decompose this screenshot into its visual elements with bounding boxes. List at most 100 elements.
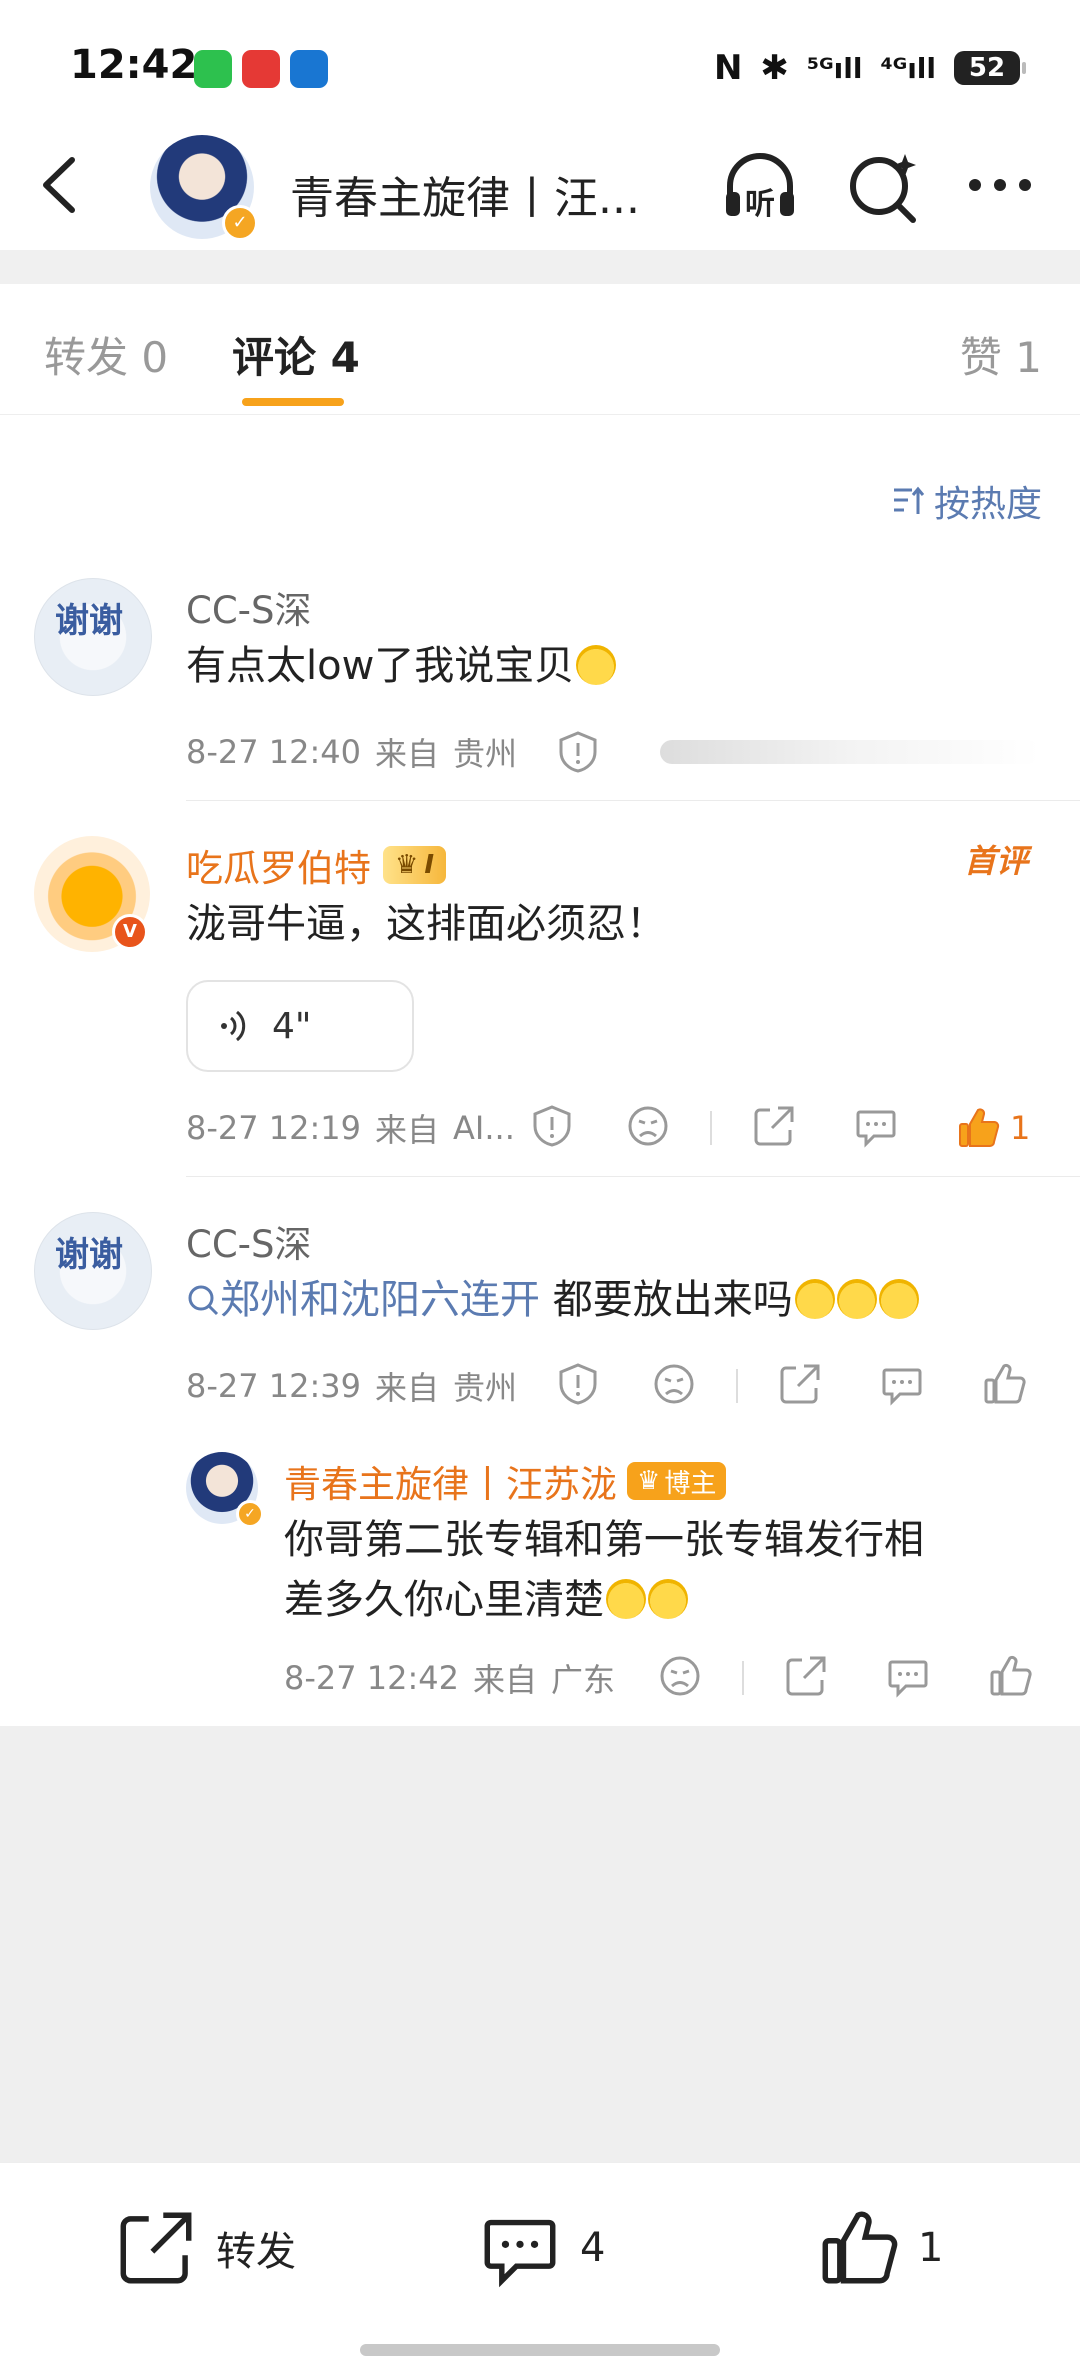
report-button[interactable] bbox=[556, 730, 600, 778]
first-comment-badge: 首评 bbox=[963, 842, 1028, 880]
sort-label: 按热度 bbox=[933, 484, 1042, 525]
listen-label: 听 bbox=[745, 187, 775, 222]
reply-username[interactable]: 青春主旋律丨汪苏泷 ♛ 博主 bbox=[284, 1454, 727, 1508]
verified-badge-icon: ✓ bbox=[236, 1500, 264, 1528]
divider bbox=[186, 800, 1080, 801]
signal-5g-icon: ⁵ᴳıll bbox=[806, 51, 863, 85]
report-icon bbox=[559, 731, 597, 773]
share-icon bbox=[786, 1656, 826, 1696]
comment-meta: 8-27 12:40 来自 贵州 bbox=[186, 733, 518, 773]
sort-icon bbox=[893, 486, 925, 514]
headphones-icon: 听 bbox=[726, 153, 794, 222]
header: ✓ 青春主旋律丨汪... 听 bbox=[0, 120, 1080, 250]
share-icon bbox=[120, 2212, 192, 2284]
avatar[interactable]: 谢谢 bbox=[34, 578, 152, 696]
comment-icon bbox=[856, 1110, 896, 1148]
reply-button[interactable] bbox=[886, 1654, 930, 1702]
repost-button[interactable]: 转发 bbox=[116, 2200, 296, 2296]
back-button[interactable] bbox=[30, 150, 90, 220]
level-badge: ♛ I bbox=[383, 846, 446, 884]
reply-button[interactable] bbox=[880, 1362, 924, 1410]
comment-icon bbox=[484, 2219, 556, 2288]
tab-active-indicator bbox=[242, 398, 344, 406]
search-button[interactable] bbox=[845, 148, 925, 224]
like-count: 1 bbox=[918, 2225, 944, 2271]
comment-username[interactable]: CC-S深 bbox=[186, 580, 312, 634]
page-title[interactable]: 青春主旋律丨汪... bbox=[290, 162, 640, 226]
topic-link[interactable]: 郑州和沈阳六连开 bbox=[186, 1277, 540, 1323]
like-button[interactable]: 1 bbox=[818, 2200, 943, 2296]
like-button[interactable] bbox=[982, 1362, 1026, 1410]
comment-username[interactable]: CC-S深 bbox=[186, 1214, 312, 1268]
reply-text-line: 差多久你心里清楚 bbox=[284, 1570, 688, 1630]
listen-button[interactable]: 听 bbox=[720, 148, 800, 224]
reply-button[interactable] bbox=[854, 1104, 898, 1152]
laughing-crying-emoji-icon bbox=[878, 1279, 919, 1319]
tab-comments[interactable]: 评论 4 bbox=[232, 324, 360, 385]
comment-button[interactable]: 4 bbox=[480, 2200, 605, 2296]
avatar[interactable]: ✓ bbox=[150, 135, 258, 241]
dislike-button[interactable] bbox=[652, 1362, 696, 1410]
report-button[interactable] bbox=[556, 1362, 600, 1410]
tab-bar: 转发 0 评论 4 赞 1 bbox=[0, 284, 1080, 415]
status-time: 12:42 bbox=[70, 42, 198, 88]
action-separator bbox=[736, 1369, 738, 1403]
like-button[interactable]: 1 bbox=[956, 1106, 1030, 1150]
divider bbox=[186, 1176, 1080, 1177]
status-icons: N ✱ ⁵ᴳıll ⁴ᴳıll 52 bbox=[714, 46, 1026, 90]
bluetooth-icon: ✱ bbox=[760, 48, 789, 88]
sad-face-icon bbox=[628, 1106, 668, 1146]
laughing-crying-emoji-icon bbox=[576, 645, 617, 685]
laughing-emoji-icon bbox=[606, 1579, 646, 1619]
sort-button[interactable]: 按热度 bbox=[892, 475, 1042, 527]
share-button[interactable] bbox=[778, 1362, 822, 1410]
verified-badge-icon: V bbox=[112, 914, 148, 950]
action-separator bbox=[742, 1661, 744, 1695]
avatar[interactable]: 谢谢 bbox=[34, 1212, 152, 1330]
thumbs-up-icon bbox=[984, 1363, 1026, 1404]
thumbs-up-icon bbox=[959, 1108, 1000, 1147]
status-bar: 12:42 N ✱ ⁵ᴳıll ⁴ᴳıll 52 bbox=[0, 0, 1080, 120]
empty-area bbox=[0, 1726, 1080, 2162]
comment-text: 泷哥牛逼，这排面必须忍！ bbox=[186, 901, 666, 947]
like-button[interactable] bbox=[988, 1654, 1032, 1702]
search-icon bbox=[850, 154, 916, 223]
verified-badge-icon: ✓ bbox=[222, 205, 258, 241]
more-button[interactable] bbox=[960, 160, 1040, 210]
reply-meta: 8-27 12:42 来自 广东 bbox=[284, 1659, 616, 1699]
comment-count: 4 bbox=[580, 2225, 606, 2271]
comment-meta: 8-27 12:19 来自 AI... bbox=[186, 1109, 515, 1149]
app-k-icon bbox=[290, 50, 328, 88]
dislike-button[interactable] bbox=[626, 1104, 670, 1152]
report-button[interactable] bbox=[530, 1104, 574, 1152]
tab-likes[interactable]: 赞 1 bbox=[960, 324, 1042, 385]
share-icon bbox=[754, 1106, 794, 1146]
comment-icon bbox=[888, 1660, 928, 1698]
voice-message-button[interactable]: 4" bbox=[186, 980, 414, 1072]
tab-repost[interactable]: 转发 0 bbox=[44, 324, 168, 385]
like-count: 1 bbox=[1010, 1109, 1031, 1147]
dislike-button[interactable] bbox=[658, 1654, 702, 1702]
avatar[interactable]: V bbox=[34, 836, 150, 952]
comment-text: 有点太low了我说宝贝 bbox=[186, 636, 617, 696]
comment-text: 郑州和沈阳六连开 都要放出来吗 bbox=[186, 1270, 919, 1330]
thumbs-up-icon bbox=[990, 1655, 1032, 1696]
wechat-icon bbox=[194, 50, 232, 88]
signal-4g-icon: ⁴ᴳıll bbox=[880, 51, 936, 85]
home-indicator[interactable] bbox=[360, 2344, 720, 2356]
share-icon bbox=[780, 1364, 820, 1404]
battery-icon: 52 bbox=[954, 51, 1026, 85]
action-separator bbox=[710, 1111, 712, 1145]
divider-band bbox=[0, 250, 1080, 284]
share-button[interactable] bbox=[752, 1104, 796, 1152]
laughing-crying-emoji-icon bbox=[836, 1279, 877, 1319]
avatar[interactable]: ✓ bbox=[186, 1452, 264, 1528]
comment-meta: 8-27 12:39 来自 贵州 bbox=[186, 1367, 518, 1407]
comment-username[interactable]: 吃瓜罗伯特 ♛ I bbox=[186, 838, 446, 892]
sad-face-icon bbox=[654, 1364, 694, 1404]
share-button[interactable] bbox=[784, 1654, 828, 1702]
reply-text-line: 你哥第二张专辑和第一张专辑发行相 bbox=[284, 1517, 924, 1563]
avatar-text: 谢谢 bbox=[55, 601, 123, 641]
comment-icon bbox=[882, 1368, 922, 1406]
blurred-area bbox=[660, 740, 1040, 764]
